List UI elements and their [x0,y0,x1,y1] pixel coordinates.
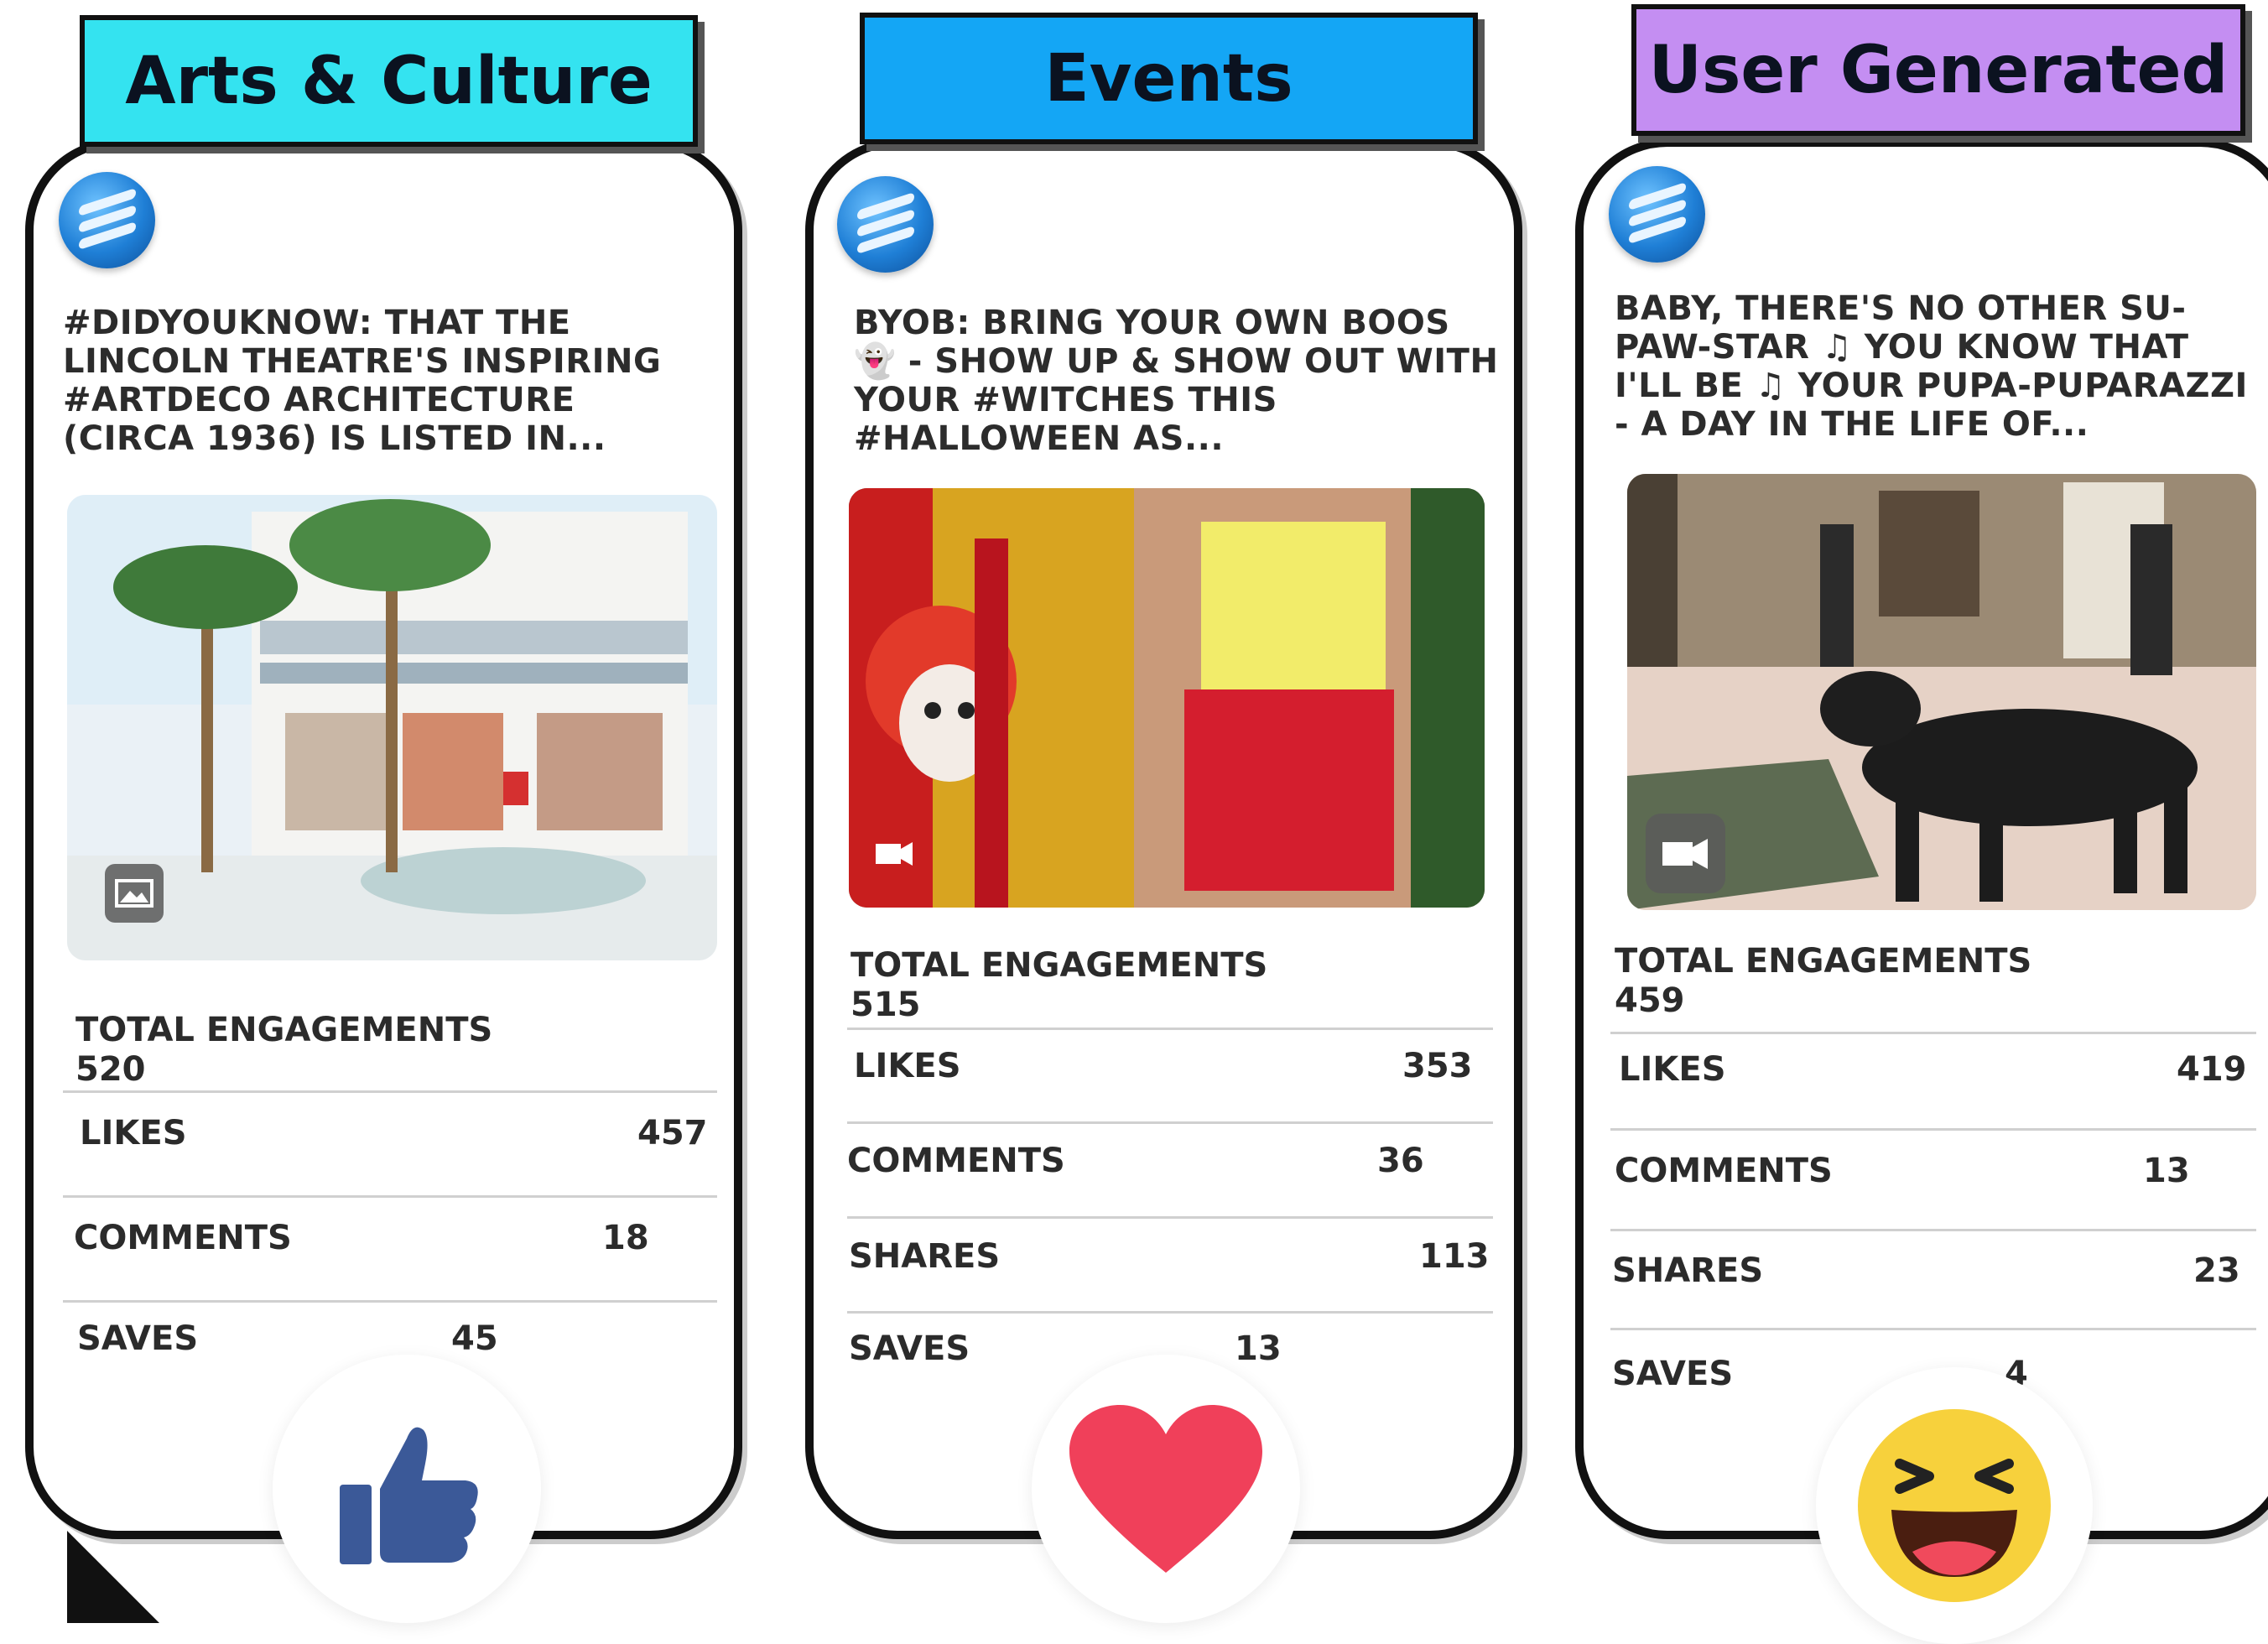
stat-shares-label: SHARES [849,1237,1001,1276]
stat-saves-value: 45 [451,1319,498,1358]
laughing-face-icon [1858,1409,2051,1602]
corner-arrow-decoration [67,1531,159,1623]
post-caption: #DIDYOUKNOW: THAT THE LINCOLN THEATRE'S … [63,304,662,458]
divider [63,1090,717,1093]
post-caption: BABY, THERE'S NO OTHER SU-PAW-STAR ♫ YOU… [1615,289,2248,444]
stat-saves-label: SAVES [849,1329,970,1368]
brand-logo-icon [59,172,155,268]
total-engagements-label: TOTAL ENGAGEMENTS [75,1011,493,1049]
reaction-haha[interactable] [1816,1367,2093,1644]
reaction-like[interactable] [273,1355,541,1623]
stat-comments-value: 18 [602,1219,649,1257]
tab-arts-culture[interactable]: Arts & Culture [80,15,698,147]
post-photo[interactable] [67,495,717,960]
post-photo[interactable] [1627,474,2256,910]
stat-likes-label: LIKES [80,1114,187,1152]
stat-saves-value: 13 [1235,1329,1282,1368]
total-engagements-value: 459 [1615,981,1685,1020]
stat-comments-label: COMMENTS [847,1142,1065,1180]
divider [847,1311,1493,1314]
divider [1610,1032,2256,1034]
video-icon [866,824,924,882]
stat-comments-value: 13 [2143,1152,2190,1190]
video-icon [1646,814,1725,893]
stat-saves-label: SAVES [1612,1355,1734,1393]
stat-shares-label: SHARES [1612,1251,1764,1290]
divider [63,1300,717,1303]
total-engagements-label: TOTAL ENGAGEMENTS [1615,942,2032,981]
reaction-love[interactable] [1032,1355,1300,1623]
stat-comments-label: COMMENTS [74,1219,292,1257]
art-deco-building-photo [67,495,717,960]
stat-likes-label: LIKES [1619,1050,1726,1089]
divider [1610,1229,2256,1231]
stat-likes-value: 419 [2177,1050,2247,1089]
stat-comments-label: COMMENTS [1615,1152,1833,1190]
divider [847,1028,1493,1030]
stat-likes-value: 457 [637,1114,708,1152]
brand-logo-icon [1609,166,1705,263]
divider [1610,1128,2256,1131]
post-photo[interactable] [849,488,1485,908]
thumbs-up-icon [340,1427,478,1564]
heart-icon [1069,1405,1262,1573]
tab-events[interactable]: Events [860,13,1478,144]
image-icon [105,864,164,923]
stat-shares-value: 23 [2193,1251,2240,1290]
stat-shares-value: 113 [1419,1237,1490,1276]
stat-saves-label: SAVES [77,1319,199,1358]
total-engagements-value: 520 [75,1050,146,1089]
stat-likes-value: 353 [1402,1047,1473,1085]
total-engagements-value: 515 [850,986,921,1024]
divider [847,1216,1493,1219]
stat-comments-value: 36 [1377,1142,1424,1180]
brand-logo-icon [837,176,934,273]
post-caption: BYOB: BRING YOUR OWN BOOS 👻 - SHOW UP & … [854,304,1499,458]
divider [847,1121,1493,1124]
total-engagements-label: TOTAL ENGAGEMENTS [850,946,1268,985]
tab-user-generated[interactable]: User Generated [1631,4,2245,136]
divider [63,1195,717,1198]
halloween-costume-photo [849,488,1485,908]
stat-likes-label: LIKES [854,1047,961,1085]
divider [1610,1328,2256,1330]
